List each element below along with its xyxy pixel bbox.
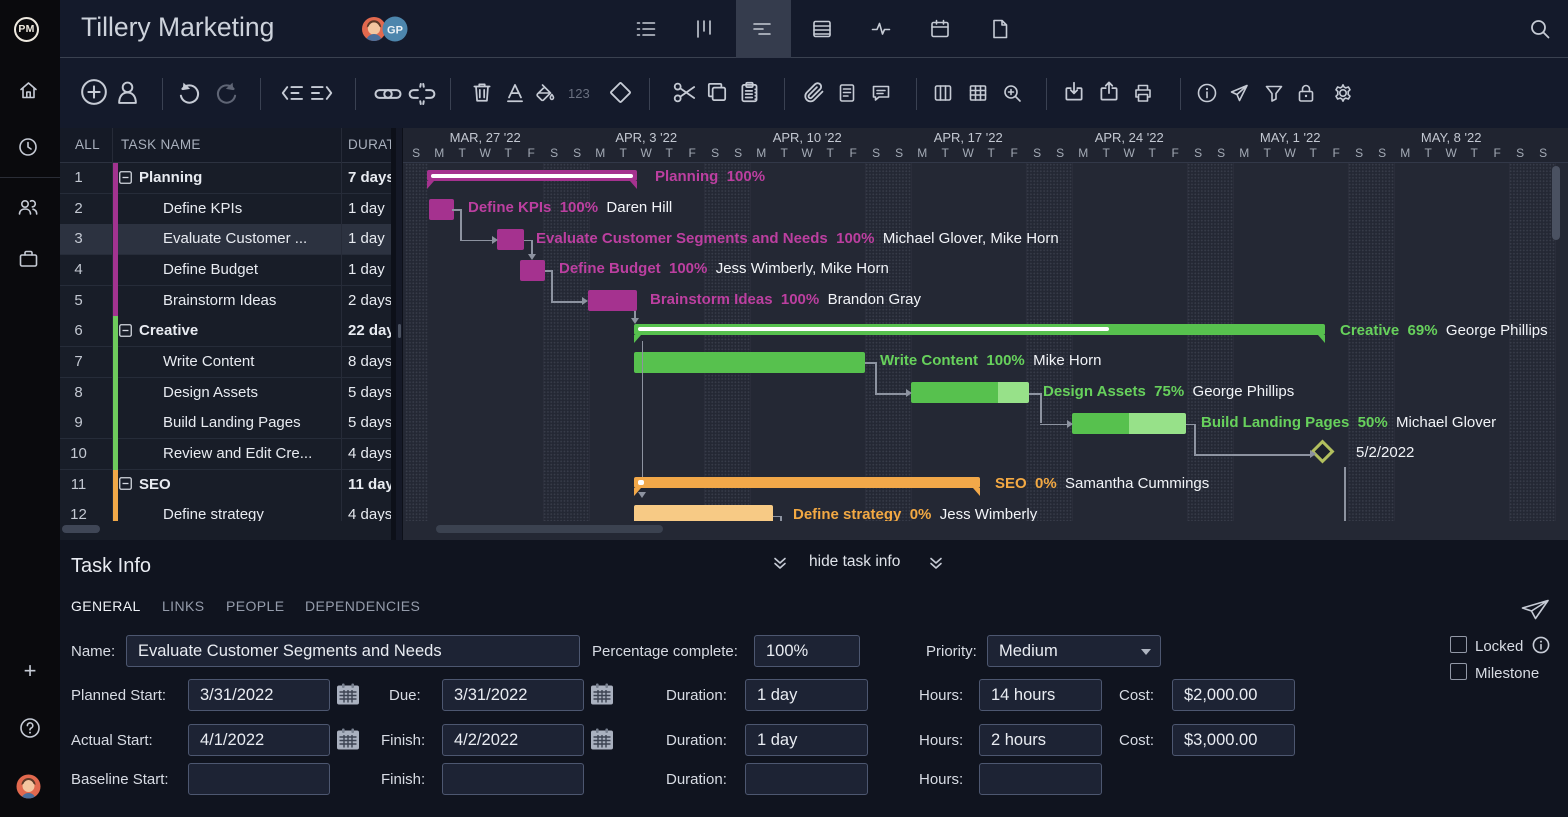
svg-text:GP: GP bbox=[387, 25, 403, 37]
